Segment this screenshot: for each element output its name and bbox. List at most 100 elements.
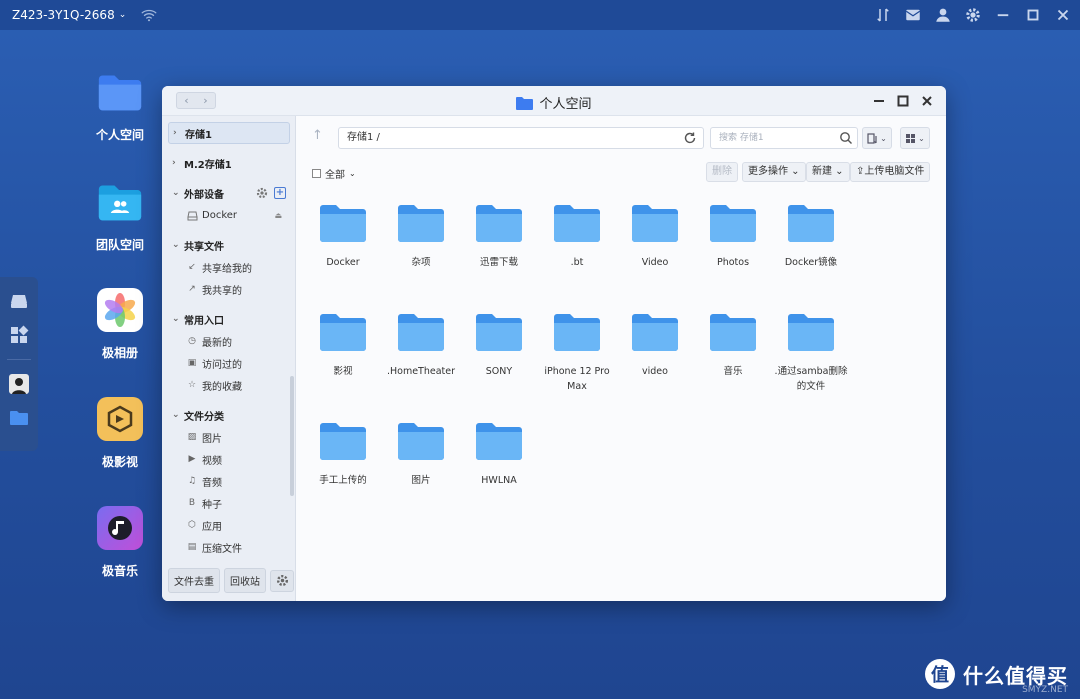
folder-name: video [642, 366, 668, 377]
folder-icon [320, 423, 366, 460]
new-label: 新建 [812, 166, 832, 177]
folder-item[interactable]: Photos [694, 203, 772, 270]
chevron-down-icon: ⌄ [349, 169, 356, 178]
folder-item[interactable]: iPhone 12 Pro Max [538, 312, 616, 394]
path-bar[interactable]: 存储1 / [338, 127, 704, 149]
folder-item[interactable]: 影视 [304, 312, 382, 379]
sidebar-item-archives[interactable]: ▤ 压缩文件 [168, 536, 290, 556]
close-icon[interactable] [920, 93, 934, 107]
sidebar-item-m2-storage[interactable]: › M.2存储1 [168, 152, 290, 174]
files-icon[interactable] [9, 408, 29, 428]
sidebar-item-my-shares[interactable]: ↗ 我共享的 [168, 278, 290, 300]
folder-item[interactable]: Video [616, 203, 694, 270]
search-icon[interactable] [839, 131, 853, 145]
photos-icon [97, 288, 143, 332]
avatar[interactable] [9, 374, 29, 394]
close-icon[interactable] [1054, 6, 1072, 24]
select-all-checkbox[interactable]: 全部 ⌄ [312, 166, 356, 181]
folder-name: HWLNA [481, 475, 517, 486]
upload-button[interactable]: ⇪上传电脑文件 [850, 162, 931, 182]
user-icon[interactable] [934, 6, 952, 24]
folder-item[interactable]: SONY [460, 312, 538, 379]
settings-button[interactable] [270, 569, 294, 592]
folder-item[interactable]: video [616, 312, 694, 379]
sidebar-item-audio[interactable]: ♫ 音频 [168, 470, 290, 492]
desktop-icon-team-space[interactable]: 团队空间 [85, 180, 155, 253]
folder-item[interactable]: Docker [304, 203, 382, 270]
sidebar-section-external[interactable]: ⌄ 外部设备 + [168, 182, 290, 204]
sidebar-item-images[interactable]: ▨ 图片 [168, 426, 290, 448]
sidebar-item-label: 视频 [202, 455, 222, 467]
sidebar-item-label: 种子 [202, 499, 222, 511]
folder-item[interactable]: .bt [538, 203, 616, 270]
sidebar-section-shared[interactable]: ⌄ 共享文件 [168, 234, 290, 256]
minimize-icon[interactable] [994, 6, 1012, 24]
folder-item[interactable]: HWLNA [460, 421, 538, 488]
new-button[interactable]: 新建 ⌄ [806, 162, 850, 182]
search-input[interactable]: 搜索 存储1 [710, 127, 858, 149]
add-device-button[interactable]: + [274, 187, 286, 199]
desktop-icon-personal-space[interactable]: 个人空间 [85, 70, 155, 143]
sidebar-item-apps[interactable]: ⬡ 应用 [168, 514, 290, 536]
device-name-dropdown[interactable]: Z423-3Y1Q-2668 ⌄ [12, 8, 126, 22]
delete-button[interactable]: 删除 [706, 162, 738, 182]
sidebar-section-label: 常用入口 [184, 315, 224, 327]
sidebar-item-torrents[interactable]: B 种子 [168, 492, 290, 514]
sidebar-scroll[interactable]: › 存储1 › M.2存储1 ⌄ 外部设备 + Docker ⏏ ⌄ 共享文件 … [162, 116, 296, 556]
folder-item[interactable]: 迅雷下载 [460, 203, 538, 270]
maximize-icon[interactable] [896, 93, 910, 107]
storage-icon [186, 209, 198, 221]
music-icon [97, 506, 143, 550]
mail-icon[interactable] [904, 6, 922, 24]
folder-name: .HomeTheater [386, 366, 456, 377]
eject-icon[interactable]: ⏏ [274, 211, 282, 220]
chevron-right-icon: › [172, 158, 176, 168]
path-toolbar: ↑ 存储1 / 搜索 存储1 ⌄ ⌄ [296, 116, 946, 160]
window-title: 个人空间 [162, 93, 946, 112]
sidebar-item-shared-with-me[interactable]: ↙ 共享给我的 [168, 256, 290, 278]
desktop-icon-music[interactable]: 极音乐 [85, 506, 155, 579]
minimize-icon[interactable] [872, 93, 886, 107]
sidebar-item-recent[interactable]: ◷ 最新的 [168, 330, 290, 352]
folder-item[interactable]: .HomeTheater [382, 312, 460, 379]
folder-item[interactable]: 杂项 [382, 203, 460, 270]
gear-icon[interactable] [256, 187, 268, 199]
upload-label: 上传电脑文件 [864, 166, 925, 177]
checkbox[interactable] [312, 169, 321, 178]
sidebar-scrollbar[interactable] [290, 376, 294, 496]
sidebar-item-videos[interactable]: ▶ 视频 [168, 448, 290, 470]
sidebar-section-common[interactable]: ⌄ 常用入口 [168, 308, 290, 330]
audio-icon: ♫ [187, 476, 197, 486]
sidebar-section-categories[interactable]: ⌄ 文件分类 [168, 404, 290, 426]
sidebar-item-favorites[interactable]: ☆ 我的收藏 [168, 374, 290, 396]
folder-item[interactable]: .通过samba删除的文件 [772, 312, 850, 394]
sidebar-item-docker[interactable]: Docker ⏏ [168, 204, 290, 226]
maximize-icon[interactable] [1024, 6, 1042, 24]
torrent-icon: B [188, 498, 196, 508]
view-mode-button[interactable]: ⌄ [900, 127, 930, 149]
sort-icon [867, 132, 877, 144]
apps-icon[interactable] [9, 325, 29, 345]
dedupe-button[interactable]: 文件去重 [168, 568, 220, 593]
desktop-icon-video[interactable]: 极影视 [85, 397, 155, 470]
sidebar-item-label: 我共享的 [202, 285, 242, 297]
sort-button[interactable]: ⌄ [862, 127, 892, 149]
sidebar-item-storage1[interactable]: › 存储1 [168, 122, 290, 144]
folder-item[interactable]: 音乐 [694, 312, 772, 379]
sidebar-item-visited[interactable]: ▣ 访问过的 [168, 352, 290, 374]
folder-item[interactable]: 图片 [382, 421, 460, 488]
recycle-bin-button[interactable]: 回收站 [224, 568, 266, 593]
desktop-icon-photos[interactable]: 极相册 [85, 288, 155, 361]
sidebar-item-label: M.2存储1 [184, 159, 232, 171]
folder-item[interactable]: Docker镜像 [772, 203, 850, 270]
folder-item[interactable]: 手工上传的 [304, 421, 382, 488]
more-actions-button[interactable]: 更多操作 ⌄ [742, 162, 806, 182]
folder-icon [710, 205, 756, 242]
gear-icon[interactable] [964, 6, 982, 24]
sort-icon[interactable] [874, 6, 892, 24]
storage-icon[interactable] [9, 291, 29, 311]
refresh-icon[interactable] [683, 131, 697, 145]
folder-icon [710, 314, 756, 351]
up-arrow-icon[interactable]: ↑ [312, 128, 323, 143]
folder-name: 图片 [411, 475, 431, 486]
